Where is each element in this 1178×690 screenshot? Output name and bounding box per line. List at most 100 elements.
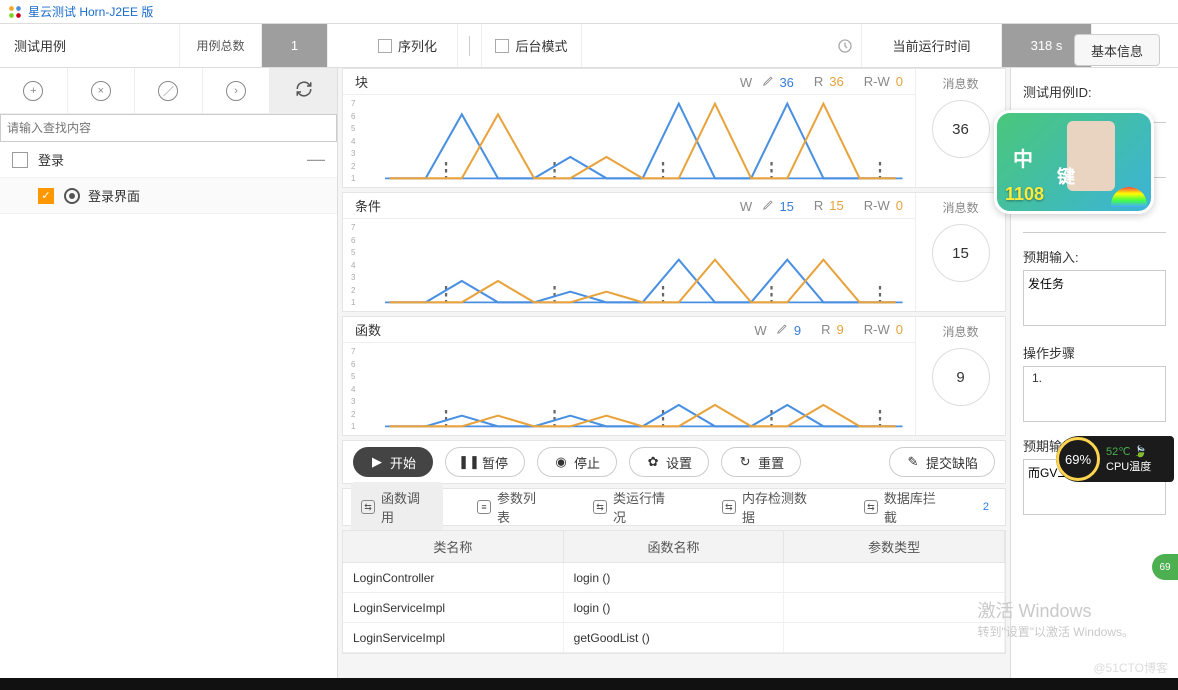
tree-label: 登录 <box>38 150 64 169</box>
submit-defect-button[interactable]: ✎提交缺陷 <box>889 447 995 477</box>
chart-title: 函数 <box>355 320 415 339</box>
collapse-icon[interactable]: — <box>307 149 325 170</box>
rw-value: 0 <box>896 198 903 213</box>
function-table: 类名称 函数名称 参数类型 LoginController login () L… <box>342 530 1006 654</box>
r-value: 36 <box>829 74 843 89</box>
ime-overlay-widget[interactable]: 中 键 1108 <box>994 110 1154 214</box>
start-button[interactable]: ▶开始 <box>353 447 433 477</box>
td-params <box>784 623 1005 652</box>
runtime-label: 当前运行时间 <box>862 24 1002 67</box>
cpu-temp-value: 52℃ 🍃 <box>1106 445 1151 458</box>
cpu-temp-widget[interactable]: 69% 52℃ 🍃 CPU温度 <box>1056 436 1174 482</box>
td-class: LoginServiceImpl <box>343 623 564 652</box>
checkbox-checked-icon[interactable]: ✓ <box>38 188 54 204</box>
cpu-percent: 69% <box>1056 437 1100 481</box>
ime-score: 1108 <box>1005 184 1044 205</box>
w-value: 15 <box>779 199 793 214</box>
table-row[interactable]: LoginController login () <box>343 563 1005 593</box>
w-value: 9 <box>794 323 801 338</box>
pause-button[interactable]: ❚❚暂停 <box>445 447 525 477</box>
attribution-text: @51CTO博客 <box>1093 659 1168 676</box>
settings-button[interactable]: ✿设置 <box>629 447 709 477</box>
rw-value: 0 <box>896 322 903 337</box>
checkbox-icon[interactable] <box>12 152 28 168</box>
td-func: login () <box>564 563 785 592</box>
side-badge[interactable]: 69 <box>1152 554 1178 580</box>
tab-mem-check[interactable]: ⇆内存检测数据 <box>712 482 830 532</box>
basic-info-button[interactable]: 基本信息 <box>1074 34 1160 66</box>
td-params <box>784 563 1005 592</box>
refresh-button[interactable] <box>270 68 337 113</box>
serialize-toggle[interactable]: 序列化 <box>358 24 458 67</box>
table-row[interactable]: LoginServiceImpl login () <box>343 593 1005 623</box>
sidebar-toolbar: + × ／ › <box>0 68 337 114</box>
checkbox-icon <box>378 39 392 53</box>
chart-block-0: 块 W 36 R36 R-W0 1234567 消息数 36 <box>342 68 1006 188</box>
message-count-label: 消息数 <box>942 199 978 216</box>
ime-char2: 键 <box>1057 163 1075 189</box>
pencil-icon[interactable] <box>776 321 790 335</box>
search-input[interactable] <box>0 114 337 142</box>
tab-func-call[interactable]: ⇆函数调用 <box>351 482 443 532</box>
steps-field[interactable]: 1. <box>1023 366 1166 422</box>
list-icon: ⇆ <box>864 500 878 514</box>
sidebar: + × ／ › 登录 — ✓ 登录界面 <box>0 68 338 678</box>
checkbox-icon <box>495 39 509 53</box>
th-func: 函数名称 <box>564 531 785 562</box>
refresh-icon <box>295 80 313 101</box>
r-value: 9 <box>837 322 844 337</box>
list-icon: ⇆ <box>361 500 375 514</box>
gear-icon: ✿ <box>646 455 660 469</box>
tab-runtime[interactable]: ⇆类运行情况 <box>583 482 688 532</box>
background-mode-toggle[interactable]: 后台模式 <box>482 24 582 67</box>
title-bar: 星云测试 Horn-J2EE 版 <box>0 0 1178 24</box>
device-value <box>1023 215 1166 233</box>
pause-icon: ❚❚ <box>462 455 476 469</box>
stop-button[interactable]: ◉停止 <box>537 447 617 477</box>
message-count-value: 9 <box>932 348 990 406</box>
td-params <box>784 593 1005 622</box>
list-icon: ⇆ <box>722 500 736 514</box>
tree-item-login-screen[interactable]: ✓ 登录界面 <box>0 178 337 214</box>
r-value: 15 <box>829 198 843 213</box>
ime-char: 中 <box>1013 143 1033 172</box>
delete-button[interactable]: × <box>68 68 136 113</box>
total-cases-label: 用例总数 <box>180 24 262 67</box>
y-axis: 1234567 <box>351 99 355 183</box>
chart-title: 块 <box>355 72 415 91</box>
y-axis: 1234567 <box>351 347 355 431</box>
edit-button[interactable]: ／ <box>135 68 203 113</box>
y-axis: 1234567 <box>351 223 355 307</box>
edit-icon: ✎ <box>906 455 920 469</box>
page-indicator[interactable]: 2 <box>983 501 989 513</box>
tab-db-intercept[interactable]: ⇆数据库拦截 <box>854 482 959 532</box>
chart-block-1: 条件 W 15 R15 R-W0 1234567 消息数 15 <box>342 192 1006 312</box>
tab-param-list[interactable]: ≡参数列表 <box>467 482 559 532</box>
message-count-value: 15 <box>932 224 990 282</box>
reset-button[interactable]: ↻重置 <box>721 447 801 477</box>
reset-icon: ↻ <box>738 455 752 469</box>
total-cases-value: 1 <box>262 24 328 67</box>
expected-input-field[interactable]: 发任务 <box>1023 270 1166 326</box>
pencil-icon[interactable] <box>762 197 776 211</box>
case-id-label: 测试用例ID: <box>1023 82 1166 101</box>
rw-value: 0 <box>896 74 903 89</box>
test-case-label: 测试用例 <box>0 24 180 67</box>
pencil-icon[interactable] <box>762 73 776 87</box>
app-logo-icon <box>8 5 22 19</box>
tree-root-login[interactable]: 登录 — <box>0 142 337 178</box>
stop-icon: ◉ <box>554 455 568 469</box>
th-params: 参数类型 <box>784 531 1005 562</box>
taskbar[interactable] <box>0 678 1178 690</box>
cpu-temp-label: CPU温度 <box>1106 458 1151 474</box>
message-count-value: 36 <box>932 100 990 158</box>
top-bar: 测试用例 用例总数 1 序列化 后台模式 当前运行时间 318 s <box>0 24 1178 68</box>
next-button[interactable]: › <box>203 68 271 113</box>
tree-label: 登录界面 <box>88 186 140 205</box>
table-row[interactable]: LoginServiceImpl getGoodList () <box>343 623 1005 653</box>
td-func: getGoodList () <box>564 623 785 652</box>
list-icon: ⇆ <box>593 500 607 514</box>
steps-label: 操作步骤 <box>1023 343 1166 362</box>
add-button[interactable]: + <box>0 68 68 113</box>
td-func: login () <box>564 593 785 622</box>
